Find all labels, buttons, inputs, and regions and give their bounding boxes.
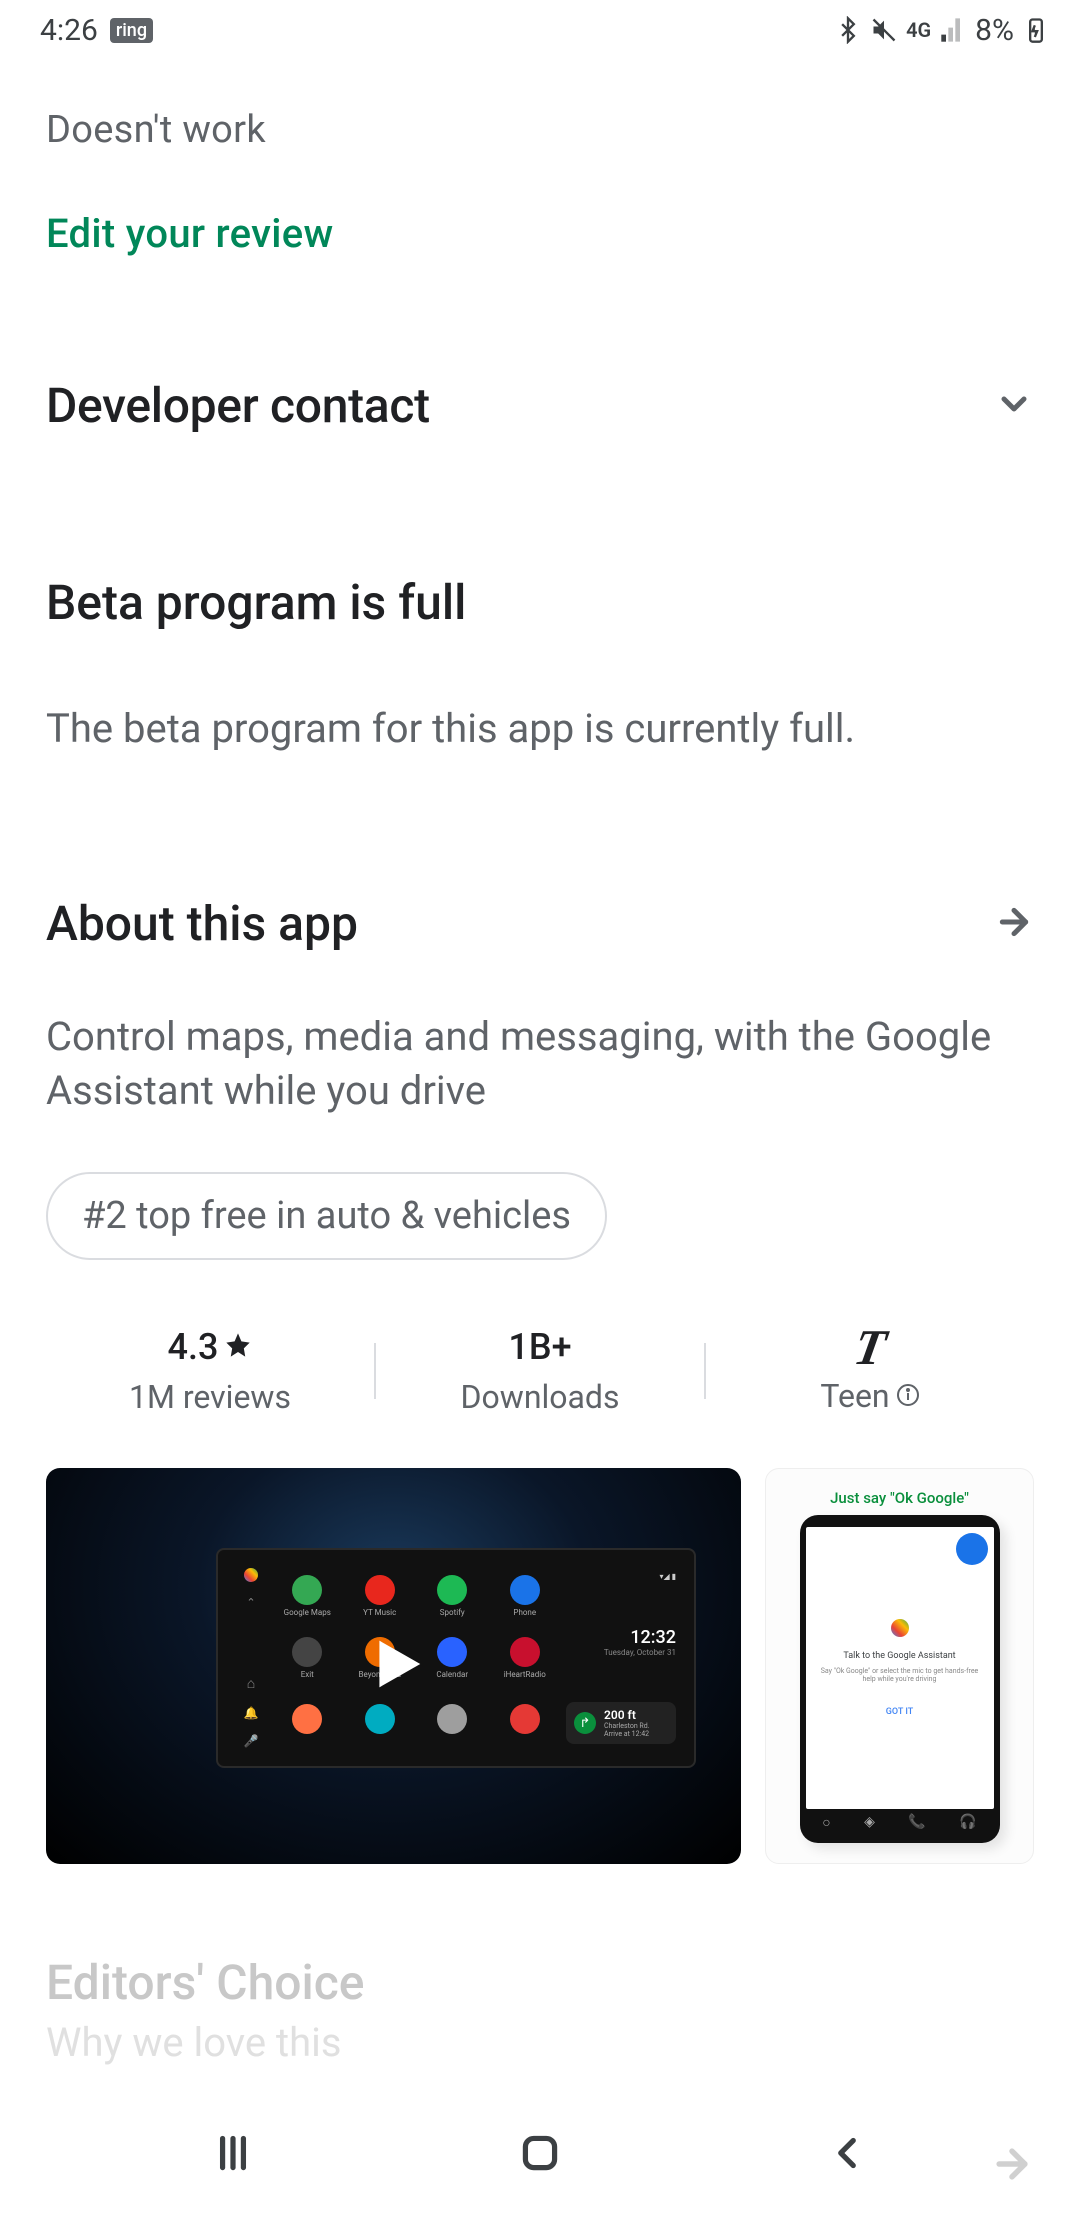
promo-video-thumbnail[interactable]: ⌃ ⌂ 🔔 🎤 Google MapsYT MusicSpotifyPhoneE… (46, 1468, 741, 1864)
stat-content-rating[interactable]: T Teen (706, 1327, 1034, 1415)
car-date: Tuesday, October 31 (566, 1648, 676, 1657)
car-app-icon: Google Maps (278, 1568, 337, 1624)
about-body: Control maps, media and messaging, with … (46, 1010, 1006, 1118)
clock: 4:26 (40, 13, 98, 48)
car-app-icon: iHeartRadio (496, 1630, 555, 1686)
system-nav-bar (0, 2090, 1080, 2220)
stat-downloads: 1B+ Downloads (376, 1326, 704, 1416)
assistant-logo-icon (891, 1619, 909, 1637)
back-button[interactable] (822, 2128, 872, 2182)
car-app-icon (423, 1692, 482, 1748)
mute-icon (870, 16, 898, 44)
about-heading: About this app (46, 895, 358, 952)
mic-fab-icon (956, 1533, 988, 1565)
battery-percent: 8% (975, 13, 1014, 48)
info-icon (896, 1377, 920, 1415)
car-clock: 12:32 (566, 1627, 676, 1648)
signal-icon (939, 16, 967, 44)
status-right: 4G 8% (834, 13, 1050, 48)
category-chip[interactable]: #2 top free in auto & vehicles (46, 1172, 607, 1260)
ring-app-badge: ring (110, 18, 153, 43)
arrow-right-icon (994, 902, 1034, 946)
phone-mockup: Talk to the Google Assistant Say "Ok Goo… (800, 1515, 1000, 1843)
star-icon (224, 1326, 252, 1368)
status-bar: 4:26 ring 4G 8% (0, 0, 1080, 60)
user-review-text: Doesn't work (46, 108, 1034, 152)
content-rating-label: Teen (820, 1377, 889, 1415)
car-app-icon (496, 1692, 555, 1748)
reviews-label: 1M reviews (129, 1378, 291, 1416)
car-nav-card: ↱ 200 ft Charleston Rd. Arrive at 12:42 (566, 1702, 676, 1744)
beta-heading: Beta program is full (46, 574, 1034, 631)
car-app-icon: YT Music (351, 1568, 410, 1624)
car-dashboard-screen: ⌃ ⌂ 🔔 🎤 Google MapsYT MusicSpotifyPhoneE… (216, 1548, 696, 1768)
rating-value: 4.3 (168, 1326, 219, 1368)
screenshot-thumbnail[interactable]: Just say "Ok Google" Talk to the Google … (765, 1468, 1034, 1864)
media-row[interactable]: ⌃ ⌂ 🔔 🎤 Google MapsYT MusicSpotifyPhoneE… (46, 1468, 1034, 1864)
stat-rating[interactable]: 4.3 1M reviews (46, 1326, 374, 1416)
edit-review-link[interactable]: Edit your review (46, 210, 1034, 257)
developer-contact-heading: Developer contact (46, 377, 430, 434)
teen-rating-icon: T (851, 1327, 889, 1367)
home-button[interactable] (515, 2128, 565, 2182)
about-app-row[interactable]: About this app (46, 895, 1034, 952)
network-type: 4G (906, 18, 931, 42)
ok-google-headline: Just say "Ok Google" (830, 1489, 969, 1507)
status-left: 4:26 ring (40, 13, 153, 48)
downloads-count: 1B+ (508, 1326, 571, 1368)
developer-contact-row[interactable]: Developer contact (46, 377, 1034, 434)
editors-choice-sub: Why we love this (46, 2019, 1034, 2066)
car-app-icon: Spotify (423, 1568, 482, 1624)
stats-row: 4.3 1M reviews 1B+ Downloads T Teen (46, 1326, 1034, 1416)
car-app-icon (278, 1692, 337, 1748)
car-app-icon: Calendar (423, 1630, 482, 1686)
downloads-label: Downloads (461, 1378, 620, 1416)
editors-choice-heading: Editors' Choice (46, 1954, 1034, 2011)
car-app-icon: Phone (496, 1568, 555, 1624)
recents-button[interactable] (208, 2128, 258, 2182)
battery-charging-icon (1022, 16, 1050, 44)
beta-body: The beta program for this app is current… (46, 703, 1034, 755)
car-app-icon: Exit (278, 1630, 337, 1686)
play-icon (359, 1629, 429, 1703)
bluetooth-icon (834, 16, 862, 44)
chevron-down-icon (994, 384, 1034, 428)
